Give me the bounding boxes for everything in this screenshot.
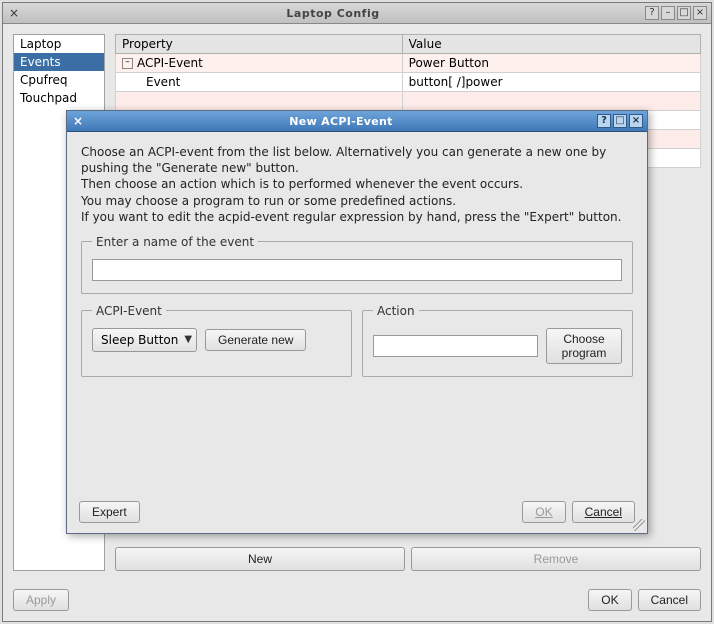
action-group: Action Choose program [362, 304, 633, 377]
tree-collapse-icon[interactable]: – [122, 58, 133, 69]
acpi-event-group: ACPI-Event Sleep Button ▼ Generate new [81, 304, 352, 377]
chevron-down-icon: ▼ [184, 334, 192, 345]
dialog-close-button[interactable]: × [629, 114, 643, 128]
expert-button[interactable]: Expert [79, 501, 140, 523]
cell-prop: Event [146, 75, 180, 89]
dialog-cancel-button[interactable]: Cancel [572, 501, 635, 523]
intro-line: Choose an ACPI-event from the list below… [81, 144, 633, 176]
dialog-help-button[interactable]: ? [597, 114, 611, 128]
main-title: Laptop Config [21, 7, 645, 20]
remove-button[interactable]: Remove [411, 547, 701, 571]
combo-value: Sleep Button [101, 333, 178, 347]
minimize-button[interactable]: – [661, 6, 675, 20]
main-titlebar[interactable]: × Laptop Config ? – □ × [3, 3, 711, 24]
table-row[interactable]: Event button[ /]power [116, 73, 701, 92]
cancel-button[interactable]: Cancel [638, 589, 701, 611]
dialog-intro: Choose an ACPI-event from the list below… [81, 144, 633, 225]
new-acpi-event-dialog: × New ACPI-Event ? □ × Choose an ACPI-ev… [66, 110, 648, 534]
dialog-title: New ACPI-Event [85, 115, 597, 128]
intro-line: Then choose an action which is to perfor… [81, 176, 633, 192]
maximize-button[interactable]: □ [677, 6, 691, 20]
dialog-maximize-button[interactable]: □ [613, 114, 627, 128]
cell-val[interactable]: button[ /]power [402, 73, 700, 92]
intro-line: If you want to edit the acpid-event regu… [81, 209, 633, 225]
generate-new-button[interactable]: Generate new [205, 329, 306, 351]
dialog-sysmenu-icon[interactable]: × [71, 114, 85, 128]
col-value[interactable]: Value [402, 35, 700, 54]
close-button[interactable]: × [693, 6, 707, 20]
col-property[interactable]: Property [116, 35, 403, 54]
sidebar-item-laptop[interactable]: Laptop [14, 35, 104, 53]
dialog-ok-button[interactable]: OK [522, 501, 565, 523]
apply-button[interactable]: Apply [13, 589, 69, 611]
event-name-input[interactable] [92, 259, 622, 281]
resize-grip[interactable] [633, 519, 645, 531]
new-button[interactable]: New [115, 547, 405, 571]
table-row[interactable]: –ACPI-Event Power Button [116, 54, 701, 73]
sysmenu-icon[interactable]: × [7, 6, 21, 20]
action-input[interactable] [373, 335, 538, 357]
sidebar-item-touchpad[interactable]: Touchpad [14, 89, 104, 107]
help-button[interactable]: ? [645, 6, 659, 20]
action-legend: Action [373, 304, 419, 318]
name-legend: Enter a name of the event [92, 235, 258, 249]
cell-prop: ACPI-Event [137, 56, 203, 70]
cell-val[interactable]: Power Button [402, 54, 700, 73]
intro-line: You may choose a program to run or some … [81, 193, 633, 209]
dialog-titlebar[interactable]: × New ACPI-Event ? □ × [67, 111, 647, 132]
sidebar-item-cpufreq[interactable]: Cpufreq [14, 71, 104, 89]
name-group: Enter a name of the event [81, 235, 633, 294]
table-row[interactable] [116, 92, 701, 111]
choose-program-button[interactable]: Choose program [546, 328, 622, 364]
ok-button[interactable]: OK [588, 589, 631, 611]
acpi-legend: ACPI-Event [92, 304, 166, 318]
sidebar-item-events[interactable]: Events [14, 53, 104, 71]
acpi-event-combo[interactable]: Sleep Button ▼ [92, 328, 197, 352]
